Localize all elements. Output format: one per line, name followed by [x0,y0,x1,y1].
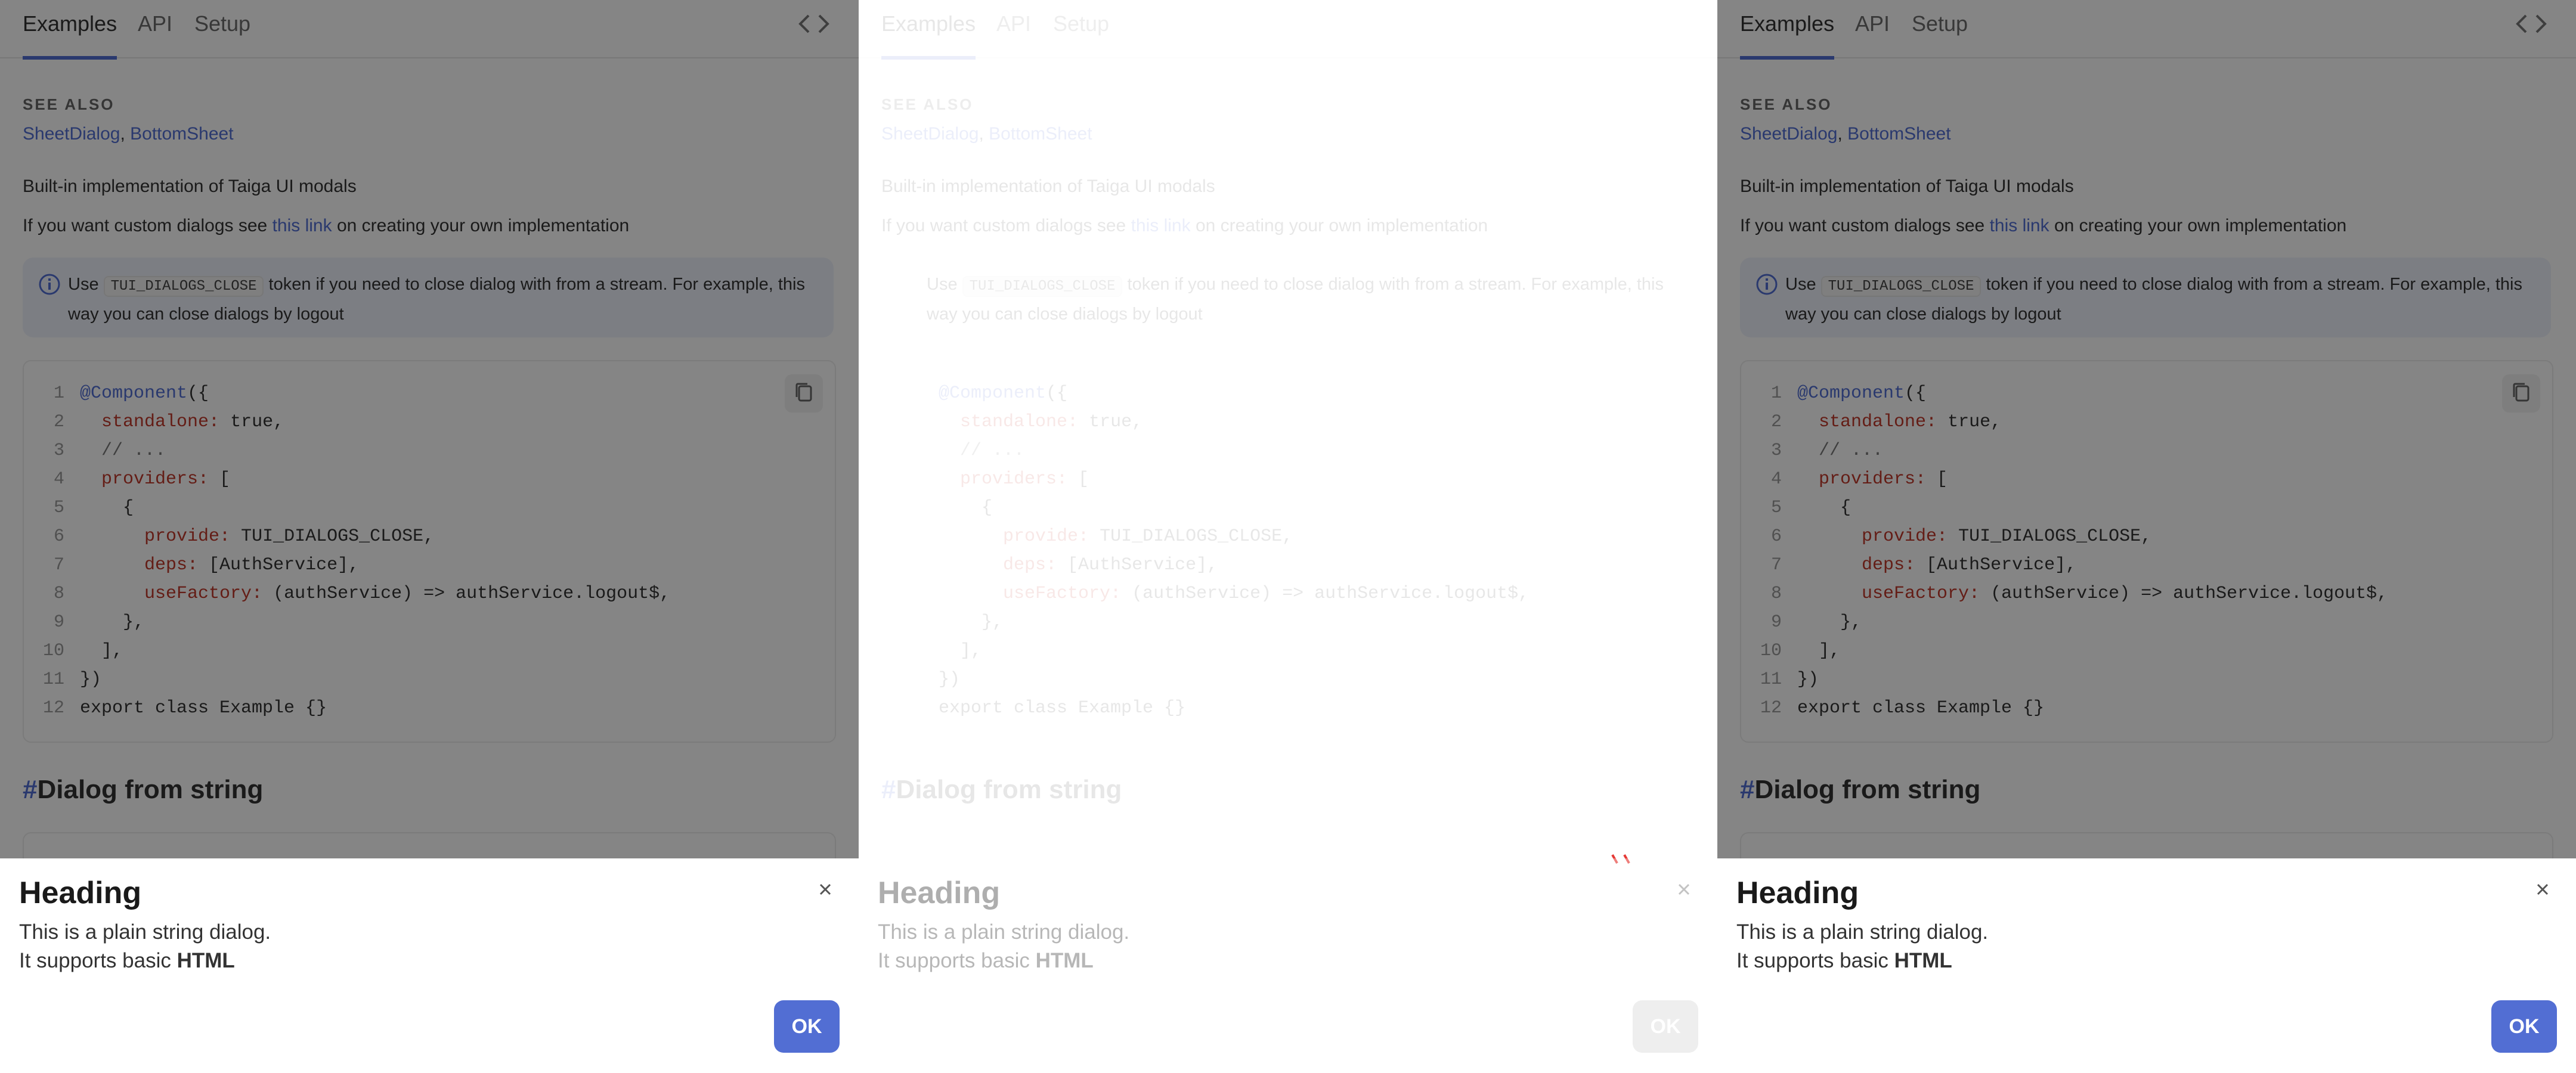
ok-button[interactable]: OK [774,1000,840,1053]
dialog-text-line-1: This is a plain string dialog. [1736,920,1989,944]
panel-left: Examples API Setup SEE ALSO SheetDialog,… [0,0,859,1073]
panel-middle: Examples API Setup SEE ALSO SheetDialog,… [859,0,1717,1073]
close-icon[interactable] [1672,877,1696,901]
dialog: Heading This is a plain string dialog. I… [859,858,1717,1073]
panel-right: Examples API Setup SEE ALSO SheetDialog,… [1717,0,2576,1073]
close-icon[interactable] [2531,877,2555,901]
dialog-text-line-1: This is a plain string dialog. [19,920,271,944]
dialog-text-line-2: It supports basic HTML [19,949,235,972]
dialog-text-line-2: It supports basic HTML [878,949,1094,972]
dialog-heading: Heading [878,876,1001,910]
dialog-text-line-1: This is a plain string dialog. [878,920,1130,944]
dialog-text-line-2: It supports basic HTML [1736,949,1952,972]
ok-button[interactable]: OK [2491,1000,2557,1053]
dialog: Heading This is a plain string dialog. I… [1717,858,2576,1073]
close-icon[interactable] [813,877,837,901]
ok-button[interactable]: OK [1633,1000,1698,1053]
dialog-heading: Heading [19,876,142,910]
dialog: Heading This is a plain string dialog. I… [0,858,859,1073]
dialog-heading: Heading [1736,876,1859,910]
